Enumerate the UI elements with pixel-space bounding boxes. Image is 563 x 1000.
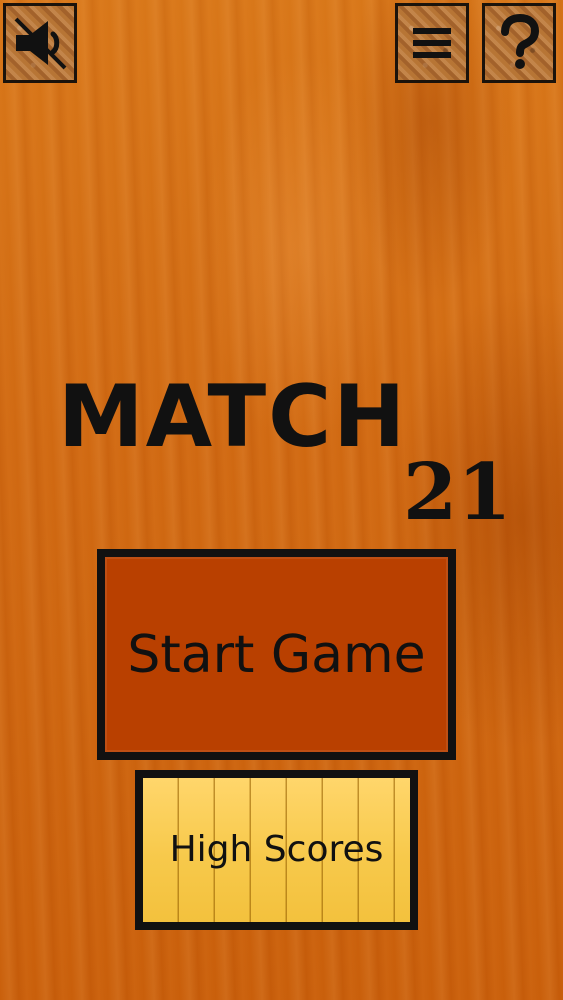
high-scores-button[interactable]: High Scores — [135, 770, 418, 930]
mute-sound-button[interactable] — [3, 3, 77, 83]
high-scores-label: High Scores — [169, 829, 384, 870]
title-number: 21 — [403, 447, 512, 538]
question-mark-icon — [493, 13, 545, 73]
start-game-button[interactable]: Start Game — [97, 549, 456, 760]
title-main-text: MATCH — [58, 367, 408, 467]
menu-button[interactable] — [395, 3, 469, 83]
help-button[interactable] — [482, 3, 556, 83]
game-title: MATCH 21 — [58, 367, 512, 544]
speaker-muted-icon — [9, 12, 71, 74]
menu-icon — [406, 17, 458, 69]
start-game-label: Start Game — [127, 624, 426, 685]
